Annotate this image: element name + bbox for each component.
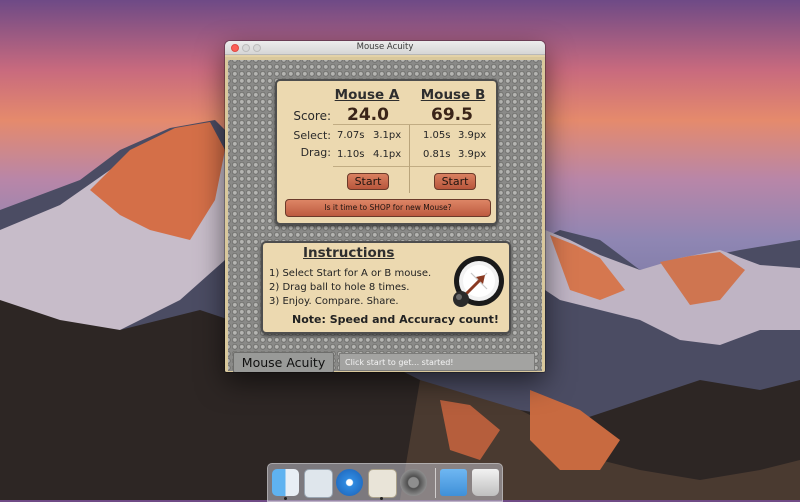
column-divider: [409, 125, 410, 193]
title-bar: Mouse Acuity: [225, 41, 545, 55]
mouse-b-header: Mouse B: [420, 87, 486, 103]
instructions-panel: Instructions 1) Select Start for A or B …: [261, 241, 511, 334]
mouse-a-start-button[interactable]: Start: [347, 173, 389, 190]
mouse-a-score: 24.0: [347, 105, 389, 125]
finder-icon[interactable]: [272, 469, 299, 496]
system-preferences-icon[interactable]: [400, 469, 427, 496]
mouse-b-drag-time: 0.81s: [423, 149, 451, 160]
app-store-icon[interactable]: [368, 469, 397, 498]
target-hole-icon: [453, 256, 504, 307]
mouse-a-select-px: 3.1px: [373, 130, 402, 141]
score-divider: [333, 124, 491, 125]
mouse-a-header: Mouse A: [334, 87, 400, 103]
drag-divider: [333, 166, 491, 167]
score-panel: Mouse A Mouse B Score: 24.0 69.5 Select:…: [275, 79, 498, 225]
shop-button[interactable]: Is it time to SHOP for new Mouse?: [285, 199, 491, 217]
score-label: Score:: [293, 109, 331, 123]
instructions-title: Instructions: [303, 245, 395, 261]
instruction-step-3: 3) Enjoy. Compare. Share.: [269, 296, 399, 307]
mouse-b-drag-px: 3.9px: [458, 149, 487, 160]
mouse-b-score: 69.5: [431, 105, 473, 125]
mouse-a-select-time: 7.07s: [337, 130, 365, 141]
trash-icon[interactable]: [472, 469, 499, 496]
dock-separator: [435, 468, 436, 498]
select-label: Select:: [293, 129, 331, 142]
app-name-label: Mouse Acuity: [233, 352, 334, 372]
applications-folder-icon[interactable]: [440, 469, 467, 496]
instructions-note: Note: Speed and Accuracy count!: [292, 313, 499, 326]
mouse-b-select-time: 1.05s: [423, 130, 451, 141]
dock: [267, 463, 503, 502]
app-content: Mouse A Mouse B Score: 24.0 69.5 Select:…: [225, 55, 545, 372]
mouse-b-start-button[interactable]: Start: [434, 173, 476, 190]
instruction-step-2: 2) Drag ball to hole 8 times.: [269, 282, 410, 293]
mouse-a-drag-time: 1.10s: [337, 149, 365, 160]
mouse-b-select-px: 3.9px: [458, 130, 487, 141]
window-title: Mouse Acuity: [356, 42, 414, 52]
preview-icon[interactable]: [304, 469, 333, 498]
drag-label: Drag:: [300, 146, 331, 159]
status-field: Click start to get... started!: [339, 353, 535, 371]
instruction-step-1: 1) Select Start for A or B mouse.: [269, 268, 432, 279]
safari-icon[interactable]: [336, 469, 363, 496]
app-window: Mouse Acuity Mouse A Mouse B Score: 24.0…: [225, 41, 545, 372]
mouse-a-drag-px: 4.1px: [373, 149, 402, 160]
